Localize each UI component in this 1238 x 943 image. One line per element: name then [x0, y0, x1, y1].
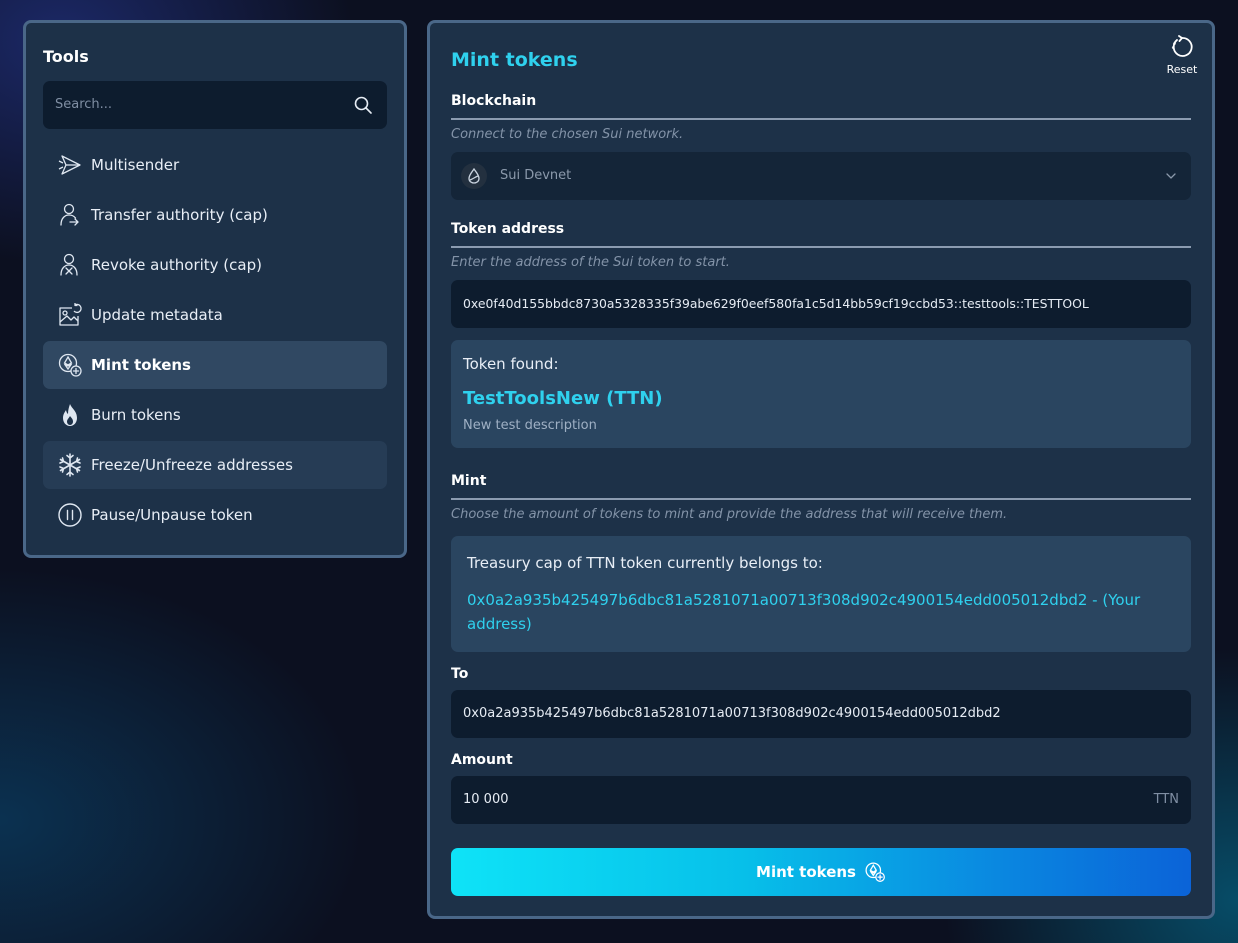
sidebar-item-label: Pause/Unpause token [91, 506, 253, 524]
sidebar-item-burn-tokens[interactable]: Burn tokens [43, 391, 387, 439]
token-address-value: 0xe0f40d155bbdc8730a5328335f39abe629f0ee… [463, 296, 1089, 311]
treasury-cap-card: Treasury cap of TTN token currently belo… [451, 536, 1191, 652]
user-transfer-icon [56, 201, 84, 229]
sidebar-item-revoke-authority[interactable]: Revoke authority (cap) [43, 241, 387, 289]
reset-label: Reset [1166, 63, 1198, 76]
mint-tokens-button[interactable]: Mint tokens [451, 848, 1191, 896]
user-revoke-icon [56, 251, 84, 279]
mint-tokens-panel: Mint tokens Reset Blockchain Connect to … [427, 20, 1215, 919]
mint-hint: Choose the amount of tokens to mint and … [451, 507, 1008, 522]
sidebar-item-label: Multisender [91, 156, 180, 174]
sidebar-item-transfer-authority[interactable]: Transfer authority (cap) [43, 191, 387, 239]
token-name: TestToolsNew (TTN) [463, 388, 663, 409]
section-divider [451, 246, 1191, 248]
blockchain-selected: Sui Devnet [500, 168, 572, 183]
sidebar-item-pause-token[interactable]: Pause/Unpause token [43, 491, 387, 539]
sidebar-item-freeze-addresses[interactable]: Freeze/Unfreeze addresses [43, 441, 387, 489]
sidebar-item-mint-tokens[interactable]: Mint tokens [43, 341, 387, 389]
search-icon[interactable] [353, 95, 373, 115]
blockchain-title: Blockchain [451, 93, 537, 109]
amount-label: Amount [451, 752, 513, 768]
sidebar-item-label: Burn tokens [91, 406, 181, 424]
sidebar-item-label: Update metadata [91, 306, 223, 324]
sui-logo-icon [461, 163, 487, 189]
chevron-down-icon [1166, 173, 1176, 179]
amount-unit: TTN [1153, 792, 1179, 807]
sidebar-item-label: Mint tokens [91, 356, 191, 374]
tools-nav: Multisender Transfer authority (cap) Rev… [43, 141, 387, 541]
mint-title: Mint [451, 473, 487, 489]
amount-value: 10 000 [463, 792, 509, 807]
token-found-card: Token found: TestToolsNew (TTN) New test… [451, 340, 1191, 448]
blockchain-hint: Connect to the chosen Sui network. [451, 127, 684, 142]
tools-sidebar: Tools Search... Multisender Transfer aut… [23, 20, 407, 558]
token-address-input[interactable]: 0xe0f40d155bbdc8730a5328335f39abe629f0ee… [451, 280, 1191, 328]
sidebar-title: Tools [43, 47, 89, 66]
sidebar-item-label: Freeze/Unfreeze addresses [91, 456, 293, 474]
flame-icon [56, 401, 84, 429]
image-refresh-icon [56, 301, 84, 329]
section-divider [451, 498, 1191, 500]
mint-button-label: Mint tokens [756, 863, 856, 881]
recipient-address-input[interactable]: 0x0a2a935b425497b6dbc81a5281071a00713f30… [451, 690, 1191, 738]
blockchain-select[interactable]: Sui Devnet [451, 152, 1191, 200]
recipient-address-value: 0x0a2a935b425497b6dbc81a5281071a00713f30… [463, 706, 1001, 721]
amount-input[interactable]: 10 000 TTN [451, 776, 1191, 824]
snowflake-icon [56, 451, 84, 479]
section-divider [451, 118, 1191, 120]
token-address-hint: Enter the address of the Sui token to st… [451, 255, 730, 270]
search-placeholder: Search... [55, 97, 113, 112]
sidebar-item-label: Revoke authority (cap) [91, 256, 262, 274]
token-address-title: Token address [451, 221, 565, 237]
treasury-cap-label: Treasury cap of TTN token currently belo… [467, 554, 823, 572]
reset-icon [1171, 35, 1193, 57]
reset-button[interactable]: Reset [1164, 35, 1200, 76]
treasury-cap-address[interactable]: 0x0a2a935b425497b6dbc81a5281071a00713f30… [467, 588, 1167, 636]
token-plus-icon [865, 862, 885, 882]
sidebar-item-label: Transfer authority (cap) [91, 206, 268, 224]
pause-circle-icon [56, 501, 84, 529]
token-found-label: Token found: [463, 355, 559, 373]
sidebar-item-update-metadata[interactable]: Update metadata [43, 291, 387, 339]
search-input[interactable]: Search... [43, 81, 387, 129]
send-icon [56, 151, 84, 179]
token-plus-icon [56, 351, 84, 379]
token-description: New test description [463, 418, 597, 433]
page-title: Mint tokens [451, 49, 578, 71]
to-label: To [451, 666, 469, 682]
sidebar-item-multisender[interactable]: Multisender [43, 141, 387, 189]
